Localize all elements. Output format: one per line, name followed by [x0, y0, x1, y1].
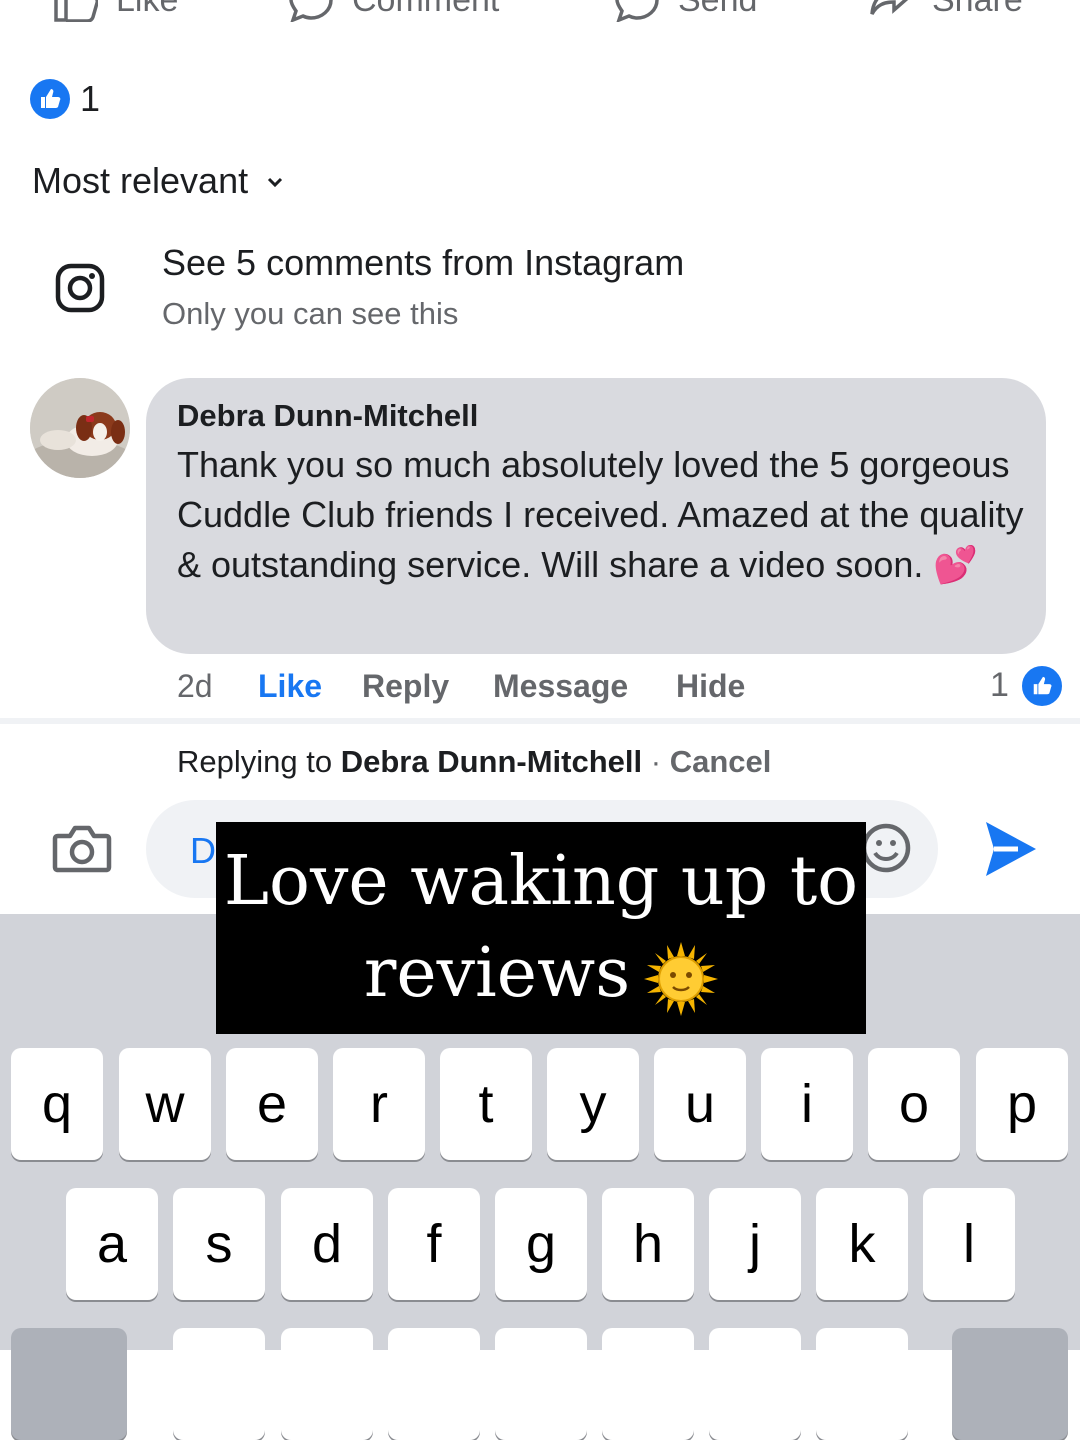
replying-to-bar: Replying to Debra Dunn-Mitchell · Cancel: [177, 744, 771, 780]
comment-body: Thank you so much absolutely loved the 5…: [177, 440, 1037, 590]
instagram-comments-subtitle: Only you can see this: [162, 296, 459, 331]
reply-input-text: D: [190, 830, 216, 871]
send-action-label: Send: [678, 0, 757, 20]
reaction-summary[interactable]: 1: [30, 78, 100, 120]
replying-name: Debra Dunn-Mitchell: [340, 744, 643, 779]
key-d[interactable]: d: [281, 1188, 373, 1300]
comment-hide-button[interactable]: Hide: [676, 668, 745, 705]
reaction-count: 1: [80, 78, 101, 119]
comment-icon: [289, 0, 333, 22]
replying-prefix: Replying to: [177, 744, 333, 779]
emoji-icon[interactable]: [860, 822, 912, 874]
comment-sort-dropdown[interactable]: Most relevant: [32, 160, 284, 202]
backspace-key[interactable]: [952, 1328, 1068, 1440]
comment-like-button[interactable]: Like: [258, 668, 322, 705]
caption-text: Love waking up to reviews: [216, 836, 866, 1020]
key-q[interactable]: q: [11, 1048, 103, 1160]
instagram-icon: [55, 263, 105, 313]
key-m[interactable]: [816, 1328, 908, 1440]
key-w[interactable]: w: [119, 1048, 211, 1160]
sort-label: Most relevant: [32, 160, 249, 201]
comment-time: 2d: [177, 668, 213, 704]
key-v[interactable]: [495, 1328, 587, 1440]
key-l[interactable]: l: [923, 1188, 1015, 1300]
post-action-bar: Like Comment Send Share: [0, 0, 1080, 22]
send-icon[interactable]: [982, 818, 1038, 880]
comment-text: Thank you so much absolutely loved the 5…: [177, 444, 1024, 585]
share-icon: [870, 0, 909, 15]
comment-message-button[interactable]: Message: [493, 668, 628, 705]
avatar[interactable]: [30, 378, 130, 478]
cancel-reply-button[interactable]: Cancel: [670, 744, 772, 779]
comment-reaction-count[interactable]: 1: [990, 666, 1009, 705]
comment-action-label: Comment: [352, 0, 499, 20]
sun-with-face-icon: [644, 941, 719, 1016]
key-k[interactable]: k: [816, 1188, 908, 1300]
comment-action[interactable]: Comment: [288, 0, 499, 22]
caption-line-2-text: reviews: [363, 934, 631, 1013]
key-s[interactable]: s: [173, 1188, 265, 1300]
key-j[interactable]: j: [709, 1188, 801, 1300]
two-hearts-emoji: 💕: [933, 544, 979, 585]
messenger-icon: [615, 0, 659, 22]
key-f[interactable]: f: [388, 1188, 480, 1300]
comment-reply-button[interactable]: Reply: [362, 668, 449, 705]
key-h[interactable]: h: [602, 1188, 694, 1300]
comment-bubble[interactable]: Debra Dunn-Mitchell Thank you so much ab…: [146, 378, 1046, 654]
thumbs-up-icon: [54, 0, 98, 22]
key-n[interactable]: [709, 1328, 801, 1440]
key-c[interactable]: [388, 1328, 480, 1440]
send-action[interactable]: Send: [614, 0, 757, 22]
divider: [0, 718, 1080, 724]
key-g[interactable]: g: [495, 1188, 587, 1300]
instagram-comments-title: See 5 comments from Instagram: [162, 242, 685, 283]
key-p[interactable]: p: [976, 1048, 1068, 1160]
comment-author[interactable]: Debra Dunn-Mitchell: [177, 398, 478, 434]
thumbs-up-icon: [1020, 664, 1064, 708]
key-t[interactable]: t: [440, 1048, 532, 1160]
key-r[interactable]: r: [333, 1048, 425, 1160]
replying-separator: ·: [650, 744, 662, 779]
key-o[interactable]: o: [868, 1048, 960, 1160]
thumbs-up-icon: [30, 79, 70, 119]
key-i[interactable]: i: [761, 1048, 853, 1160]
key-e[interactable]: e: [226, 1048, 318, 1160]
key-u[interactable]: u: [654, 1048, 746, 1160]
share-action-label: Share: [932, 0, 1023, 20]
shift-key[interactable]: [11, 1328, 127, 1440]
camera-icon[interactable]: [52, 822, 112, 874]
key-y[interactable]: y: [547, 1048, 639, 1160]
caption-line-2: reviews: [216, 928, 866, 1020]
like-action-label: Like: [116, 0, 178, 20]
caption-overlay: Love waking up to reviews: [216, 822, 866, 1034]
caption-line-1: Love waking up to: [223, 842, 859, 921]
key-a[interactable]: a: [66, 1188, 158, 1300]
key-b[interactable]: [602, 1328, 694, 1440]
key-x[interactable]: [281, 1328, 373, 1440]
comment-actions: 2d Like Reply Message Hide 1: [0, 664, 1080, 712]
instagram-comments-row[interactable]: See 5 comments from Instagram Only you c…: [0, 240, 1080, 340]
like-action[interactable]: Like: [52, 0, 178, 22]
chevron-down-icon: [266, 168, 284, 194]
share-action[interactable]: Share: [868, 0, 1023, 22]
key-z[interactable]: [173, 1328, 265, 1440]
